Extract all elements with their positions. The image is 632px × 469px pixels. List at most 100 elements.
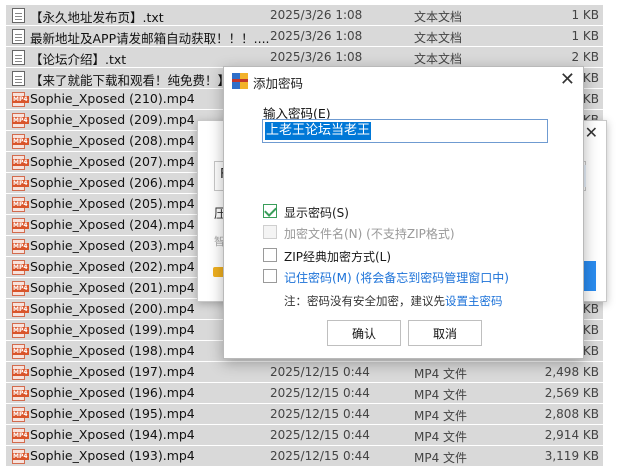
file-size: 2,914 KB: [544, 428, 599, 442]
close-icon[interactable]: ✕: [560, 69, 575, 90]
file-name: Sophie_Xposed (196).mp4: [30, 385, 195, 400]
video-file-icon: MP4: [12, 113, 29, 128]
file-name: Sophie_Xposed (195).mp4: [30, 406, 195, 421]
file-date: 2025/12/15 0:44: [270, 365, 370, 379]
checkbox-icon: [263, 269, 277, 283]
password-input[interactable]: 上老王论坛当老王: [262, 119, 548, 143]
file-name: Sophie_Xposed (207).mp4: [30, 154, 195, 169]
zip-unsupported-note: (不支持ZIP格式): [366, 227, 455, 241]
file-size: KB: [582, 71, 599, 85]
video-file-icon: MP4: [12, 239, 29, 254]
file-size: 2 KB: [571, 50, 599, 64]
file-type: 文本文档: [414, 52, 463, 66]
video-file-icon: MP4: [12, 407, 29, 422]
file-date: 2025/3/26 1:08: [270, 50, 363, 64]
close-icon[interactable]: ✕: [585, 123, 598, 142]
dialog-title: 添加密码: [253, 76, 304, 91]
file-name: Sophie_Xposed (204).mp4: [30, 217, 195, 232]
file-type: MP4 文件: [414, 367, 468, 381]
file-row[interactable]: 【论坛介绍】.txt 2025/3/26 1:08 文本文档 2 KB: [6, 47, 603, 67]
file-size: KB: [582, 344, 599, 358]
cancel-button[interactable]: 取消: [408, 320, 482, 346]
file-name: Sophie_Xposed (198).mp4: [30, 343, 195, 358]
file-size: KB: [582, 323, 599, 337]
file-size: 2,498 KB: [544, 365, 599, 379]
file-size: 2,569 KB: [544, 386, 599, 400]
password-manager-note: (将会备忘到密码管理窗口中): [355, 271, 509, 285]
file-name: Sophie_Xposed (203).mp4: [30, 238, 195, 253]
file-name: 【来了就能下载和观看！纯免费！】: [30, 73, 231, 88]
file-name: Sophie_Xposed (202).mp4: [30, 259, 195, 274]
text-file-icon: [12, 50, 25, 65]
file-row[interactable]: MP4 Sophie_Xposed (195).mp4 2025/12/15 0:4…: [6, 404, 603, 424]
file-size: 1 KB: [571, 29, 599, 43]
file-date: 2025/12/15 0:44: [270, 386, 370, 400]
file-type: MP4 文件: [414, 388, 468, 402]
checkbox-checked-icon: [263, 204, 277, 218]
password-value: 上老王论坛当老王: [265, 122, 372, 140]
file-name: Sophie_Xposed (194).mp4: [30, 427, 195, 442]
file-date: 2025/12/15 0:44: [270, 407, 370, 421]
video-file-icon: MP4: [12, 323, 29, 338]
text-file-icon: [12, 29, 25, 44]
remember-password-label[interactable]: 记住密码(M) (将会备忘到密码管理窗口中): [284, 269, 509, 286]
file-size: KB: [582, 92, 599, 106]
video-file-icon: MP4: [12, 197, 29, 212]
file-row[interactable]: 【永久地址发布页】.txt 2025/3/26 1:08 文本文档 1 KB: [6, 5, 603, 25]
file-name: Sophie_Xposed (201).mp4: [30, 280, 195, 295]
file-row[interactable]: MP4 Sophie_Xposed (194).mp4 2025/12/15 0:4…: [6, 425, 603, 445]
file-name: Sophie_Xposed (193).mp4: [30, 448, 195, 463]
file-row[interactable]: 最新地址及APP请发邮箱自动获取！！！.... 2025/3/26 1:08 文本文…: [6, 26, 603, 46]
video-file-icon: MP4: [12, 428, 29, 443]
archive-app-icon: [232, 73, 248, 89]
file-name: Sophie_Xposed (205).mp4: [30, 196, 195, 211]
file-name: Sophie_Xposed (209).mp4: [30, 112, 195, 127]
ok-button[interactable]: 确认: [327, 320, 401, 346]
video-file-icon: MP4: [12, 302, 29, 317]
checkbox-icon: [263, 248, 277, 262]
file-name: Sophie_Xposed (197).mp4: [30, 364, 195, 379]
file-size: 1 KB: [571, 8, 599, 22]
video-file-icon: MP4: [12, 386, 29, 401]
file-name: 最新地址及APP请发邮箱自动获取！！！....: [30, 31, 270, 46]
file-type: 文本文档: [414, 31, 463, 45]
text-file-icon: [12, 71, 25, 86]
video-file-icon: MP4: [12, 134, 29, 149]
file-type: MP4 文件: [414, 409, 468, 423]
video-file-icon: MP4: [12, 92, 29, 107]
show-password-label: 显示密码(S): [284, 206, 349, 220]
file-size: 2,808 KB: [544, 407, 599, 421]
file-date: 2025/3/26 1:08: [270, 8, 363, 22]
file-date: 2025/3/26 1:08: [270, 29, 363, 43]
file-date: 2025/12/15 0:44: [270, 428, 370, 442]
file-name: Sophie_Xposed (210).mp4: [30, 91, 195, 106]
video-file-icon: MP4: [12, 344, 29, 359]
video-file-icon: MP4: [12, 281, 29, 296]
add-password-dialog: 添加密码 ✕ 输入密码(E) 上老王论坛当老王 显示密码(S) 加密文件名(N)…: [223, 66, 584, 359]
file-type: MP4 文件: [414, 430, 468, 444]
file-date: 2025/12/15 0:44: [270, 449, 370, 463]
set-master-password-link[interactable]: 设置主密码: [445, 294, 503, 308]
file-name: 【永久地址发布页】.txt: [30, 10, 164, 25]
start-compress-button[interactable]: [584, 261, 596, 291]
zip-legacy-label: ZIP经典加密方式(L): [284, 250, 392, 264]
security-note: 注：密码没有安全加密，建议先设置主密码: [284, 294, 503, 308]
encrypt-filenames-label: 加密文件名(N) (不支持ZIP格式): [284, 227, 455, 241]
file-name: Sophie_Xposed (206).mp4: [30, 175, 195, 190]
dialog-title-bar[interactable]: 添加密码 ✕: [224, 67, 583, 95]
file-name: 【论坛介绍】.txt: [30, 52, 127, 67]
file-row[interactable]: MP4 Sophie_Xposed (196).mp4 2025/12/15 0:4…: [6, 383, 603, 403]
file-name: Sophie_Xposed (208).mp4: [30, 133, 195, 148]
text-file-icon: [12, 8, 25, 23]
video-file-icon: MP4: [12, 176, 29, 191]
file-size: KB: [582, 302, 599, 316]
file-type: MP4 文件: [414, 451, 468, 465]
video-file-icon: MP4: [12, 260, 29, 275]
video-file-icon: MP4: [12, 365, 29, 380]
file-name: Sophie_Xposed (200).mp4: [30, 301, 195, 316]
file-row[interactable]: MP4 Sophie_Xposed (193).mp4 2025/12/15 0:4…: [6, 446, 603, 466]
file-row[interactable]: MP4 Sophie_Xposed (197).mp4 2025/12/15 0:4…: [6, 362, 603, 382]
file-type: 文本文档: [414, 10, 463, 24]
file-size: 3,119 KB: [544, 449, 599, 463]
file-name: Sophie_Xposed (199).mp4: [30, 322, 195, 337]
